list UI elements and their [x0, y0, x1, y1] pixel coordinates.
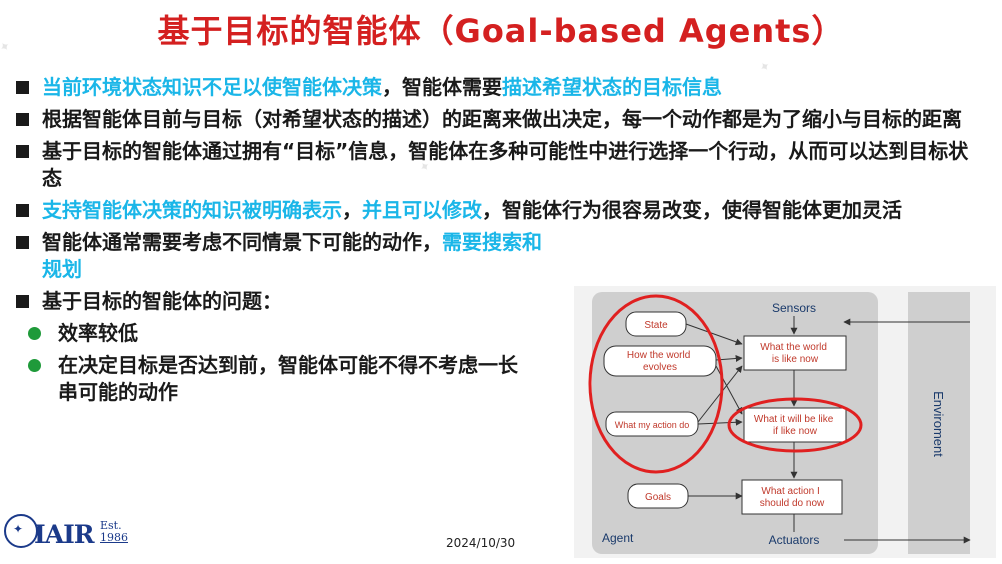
action-now-label: What action I should do now: [760, 486, 825, 509]
square-bullet-icon: [16, 113, 29, 126]
bullet-item: 支持智能体决策的知识被明确表示，并且可以修改，智能体行为很容易改变，使得智能体更…: [14, 197, 974, 224]
bullet-text: 智能体通常需要考虑不同情景下可能的动作，需要搜索和规划: [42, 230, 542, 281]
bullet-text-part: ，智能体需要: [382, 75, 502, 99]
environment-label: Enviroment: [931, 391, 946, 457]
bullet-text: 基于目标的智能体通过拥有“目标”信息，智能体在多种可能性中进行选择一个行动，从而…: [42, 139, 968, 190]
bullet-text: 根据智能体目前与目标（对希望状态的描述）的距离来做出决定，每一个动作都是为了缩小…: [42, 107, 962, 131]
bullet-item: 基于目标的智能体通过拥有“目标”信息，智能体在多种可能性中进行选择一个行动，从而…: [14, 138, 974, 192]
highlighted-text: 描述希望状态的目标信息: [502, 75, 722, 99]
sub-bullet-item: 在决定目标是否达到前，智能体可能不得不考虑一长串可能的动作: [14, 352, 528, 406]
bullet-text-part: 基于目标的智能体的问题：: [42, 289, 282, 313]
my-action-label: What my action do: [615, 420, 690, 430]
dot-bullet-icon: [28, 327, 41, 340]
bullet-text: 基于目标的智能体的问题：: [42, 289, 282, 313]
logo-established: Est. 1986: [100, 519, 128, 544]
square-bullet-icon: [16, 81, 29, 94]
sensors-label: Sensors: [772, 301, 816, 315]
bullet-text: 支持智能体决策的知识被明确表示，并且可以修改，智能体行为很容易改变，使得智能体更…: [42, 198, 902, 222]
bullet-text: 当前环境状态知识不足以使智能体决策，智能体需要描述希望状态的目标信息: [42, 75, 722, 99]
logo-text: IAIR: [34, 520, 95, 549]
bullet-item: 智能体通常需要考虑不同情景下可能的动作，需要搜索和规划: [14, 229, 542, 283]
bullet-text-part: 智能体通常需要考虑不同情景下可能的动作，: [42, 230, 442, 254]
square-bullet-icon: [16, 236, 29, 249]
agent-label: Agent: [602, 531, 634, 545]
bullet-text-part: 基于目标的智能体通过拥有“目标”信息，智能体在多种可能性中进行选择一个行动，从而…: [42, 139, 969, 190]
dot-bullet-icon: [28, 359, 41, 372]
highlighted-text: 当前环境状态知识不足以使智能体决策: [42, 75, 382, 99]
bullet-text-part: 根据智能体目前与目标（对希望状态的描述）的距离来做出决定，每一个动作都是为了缩小…: [42, 107, 962, 131]
square-bullet-icon: [16, 145, 29, 158]
bullet-item: 根据智能体目前与目标（对希望状态的描述）的距离来做出决定，每一个动作都是为了缩小…: [14, 106, 974, 133]
bullet-item: 当前环境状态知识不足以使智能体决策，智能体需要描述希望状态的目标信息: [14, 74, 974, 101]
agent-diagram: Sensors Actuators Agent Enviroment State…: [574, 286, 996, 558]
highlighted-text: 并且可以修改: [362, 198, 482, 222]
bullet-text-part: ，智能体行为很容易改变，使得智能体更加灵活: [482, 198, 902, 222]
actuators-label: Actuators: [769, 533, 820, 547]
bullet-text-part: ，: [342, 198, 362, 222]
slide-date: 2024/10/30: [446, 536, 516, 550]
slide-title: 基于目标的智能体（Goal-based Agents）: [157, 12, 845, 50]
goals-label: Goals: [645, 492, 671, 503]
sub-bullet-item: 效率较低: [14, 320, 528, 347]
sub-bullet-text: 效率较低: [58, 321, 138, 345]
state-label: State: [644, 320, 668, 331]
seal-icon: ✦: [4, 514, 38, 548]
iair-logo: ✦ IAIR Est. 1986: [4, 514, 144, 558]
square-bullet-icon: [16, 204, 29, 217]
sub-bullet-text: 在决定目标是否达到前，智能体可能不得不考虑一长串可能的动作: [58, 353, 518, 404]
square-bullet-icon: [16, 295, 29, 308]
highlighted-text: 支持智能体决策的知识被明确表示: [42, 198, 342, 222]
